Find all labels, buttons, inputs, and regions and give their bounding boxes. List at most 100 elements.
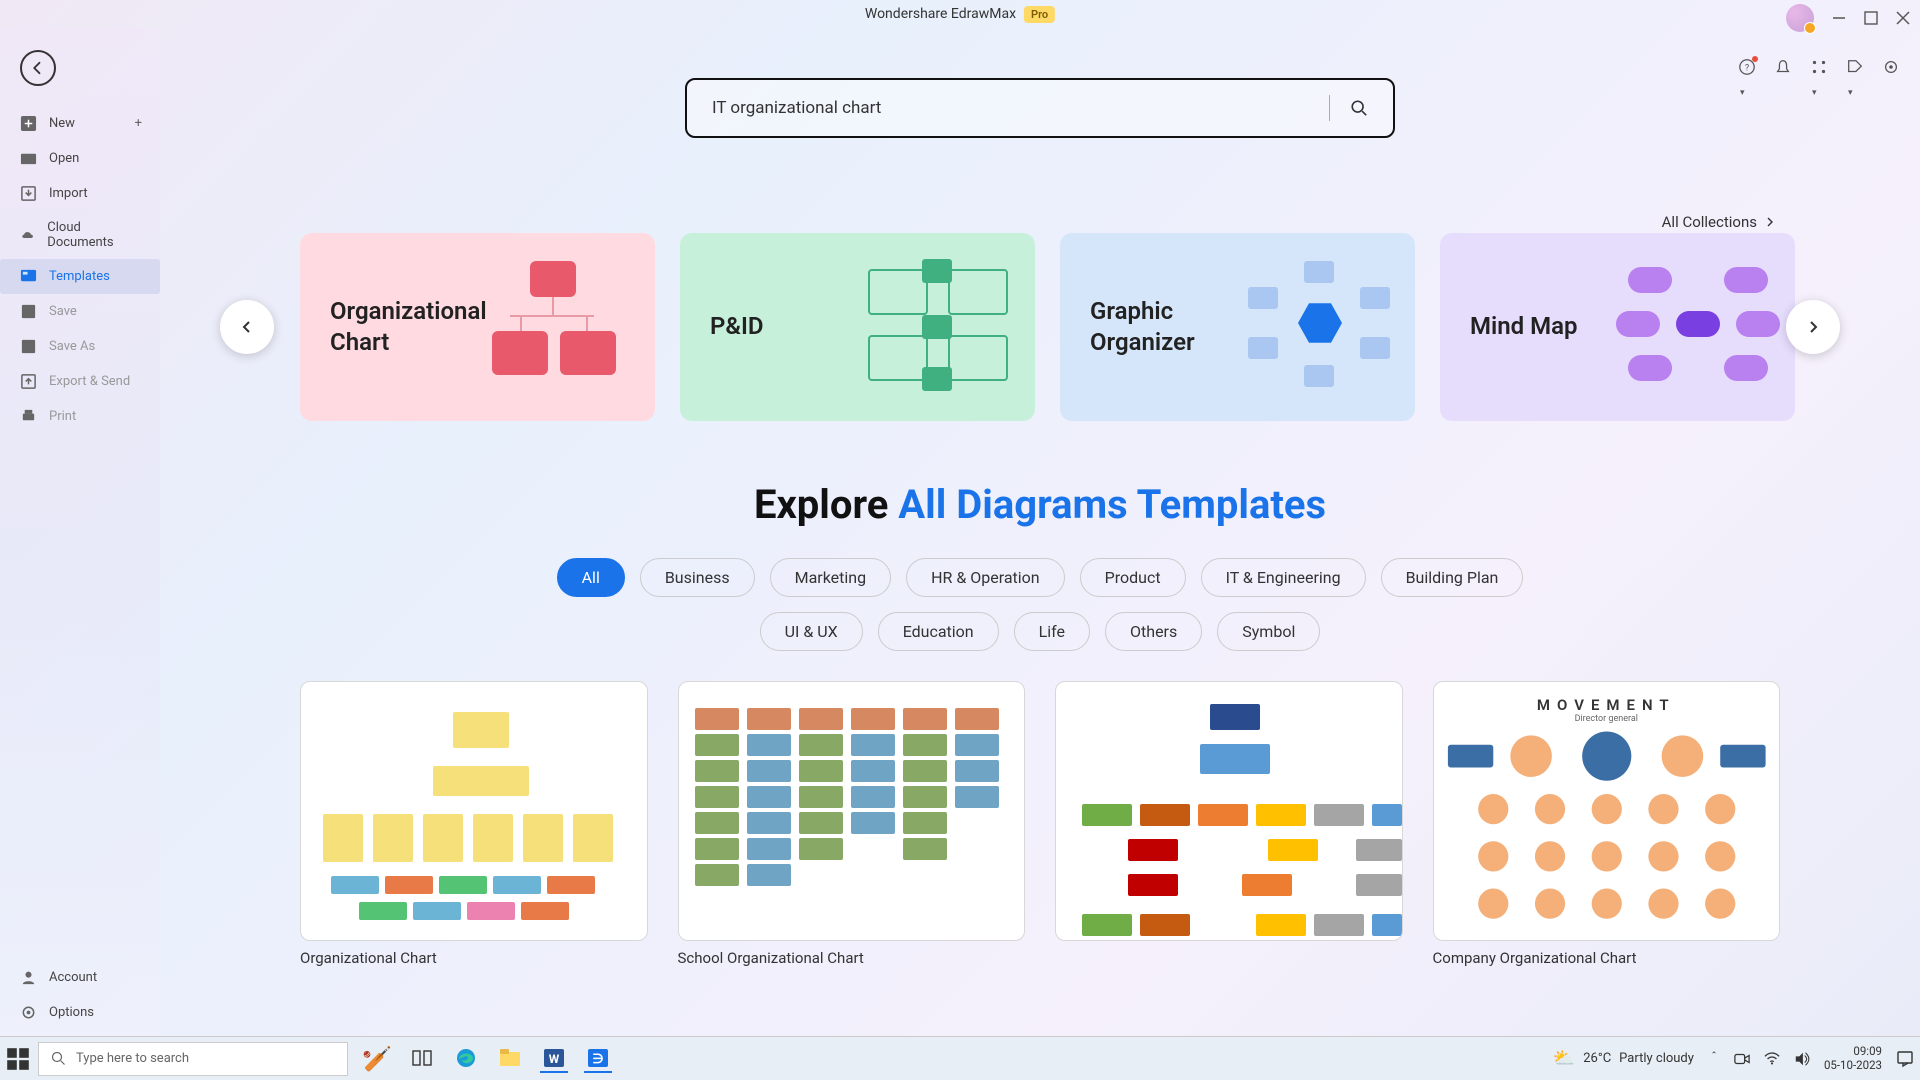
search-input[interactable]	[712, 98, 1309, 118]
svg-text:W: W	[549, 1052, 560, 1066]
sidebar-item-label: Export & Send	[49, 374, 130, 389]
category-graphic-organizer[interactable]: Graphic Organizer	[1060, 233, 1415, 421]
sidebar-item-label: Account	[49, 970, 97, 985]
filter-product[interactable]: Product	[1080, 558, 1186, 597]
edrawmax-icon[interactable]: ∋	[584, 1045, 612, 1073]
search-bar[interactable]	[685, 78, 1395, 138]
sidebar-item-label: Save	[49, 304, 77, 319]
cloud-icon	[20, 227, 35, 244]
sidebar-item-saveas: Save As	[0, 329, 160, 364]
template-thumbnail: MOVEMENT Director general	[1433, 681, 1781, 941]
sidebar-item-cloud[interactable]: Cloud Documents	[0, 211, 160, 259]
filter-life[interactable]: Life	[1014, 612, 1090, 651]
template-title: School Organizational Chart	[678, 949, 1026, 967]
category-pid[interactable]: P&ID	[680, 233, 1035, 421]
taskbar-search[interactable]: Type here to search	[38, 1042, 348, 1076]
start-button[interactable]	[6, 1047, 30, 1071]
weather-temp: 26°C	[1583, 1051, 1611, 1066]
close-icon[interactable]	[1896, 11, 1910, 25]
mindmap-icon	[1620, 257, 1775, 397]
tray-chevron-icon[interactable]: ＾	[1708, 1050, 1720, 1067]
taskbar-weather[interactable]: ⛅ 26°C Partly cloudy	[1553, 1048, 1694, 1069]
explore-heading: Explore All Diagrams Templates	[160, 481, 1920, 528]
filter-others[interactable]: Others	[1105, 612, 1202, 651]
explore-pre: Explore	[754, 481, 898, 528]
sidebar-item-templates[interactable]: Templates	[0, 259, 160, 294]
chevron-right-icon	[1765, 217, 1775, 227]
filter-business[interactable]: Business	[640, 558, 755, 597]
meet-now-icon[interactable]	[1734, 1051, 1750, 1067]
template-card[interactable]: School Organizational Chart	[678, 681, 1026, 967]
filter-uiux[interactable]: UI & UX	[760, 612, 863, 651]
notifications-icon[interactable]	[1896, 1050, 1914, 1068]
sidebar-item-label: Import	[49, 186, 88, 201]
sidebar-item-label: Options	[49, 1005, 94, 1020]
filter-symbol[interactable]: Symbol	[1217, 612, 1320, 651]
template-card[interactable]: MOVEMENT Director general Company Organi…	[1433, 681, 1781, 967]
weather-icon: ⛅	[1553, 1048, 1575, 1069]
taskbar-app-icon[interactable]: 🏏	[362, 1045, 392, 1073]
word-icon[interactable]: W	[540, 1045, 568, 1073]
filter-row-2: UI & UX Education Life Others Symbol	[160, 612, 1920, 651]
search-icon[interactable]	[1350, 99, 1368, 117]
template-thumbnail	[1055, 681, 1403, 941]
carousel-prev[interactable]	[220, 300, 274, 354]
sidebar-item-label: Save As	[49, 339, 95, 354]
main-area: All Collections Organizational Chart P&I…	[160, 28, 1920, 1080]
category-label: Mind Map	[1470, 311, 1578, 342]
account-icon	[20, 969, 37, 986]
save-icon	[20, 303, 37, 320]
explore-highlight: All Diagrams Templates	[898, 481, 1326, 528]
explorer-icon[interactable]	[496, 1045, 524, 1073]
sidebar-item-label: Open	[49, 151, 79, 166]
category-org-chart[interactable]: Organizational Chart	[300, 233, 655, 421]
templates-icon	[20, 268, 37, 285]
filter-hr[interactable]: HR & Operation	[906, 558, 1065, 597]
wifi-icon[interactable]	[1764, 1052, 1780, 1066]
carousel-next[interactable]	[1786, 300, 1840, 354]
app-title: Wondershare EdrawMax Pro	[865, 6, 1055, 23]
volume-icon[interactable]	[1794, 1051, 1810, 1067]
category-label: P&ID	[710, 311, 764, 342]
sidebar-item-new[interactable]: New +	[0, 106, 160, 141]
template-movement-title: MOVEMENT	[1446, 696, 1768, 714]
sidebar-item-label: Cloud Documents	[47, 220, 140, 250]
pro-badge: Pro	[1024, 6, 1055, 23]
sidebar: New + Open Import Cloud Documents Templa…	[0, 28, 160, 1080]
filter-marketing[interactable]: Marketing	[770, 558, 891, 597]
plus-icon[interactable]: +	[135, 116, 142, 131]
taskbar-date: 05-10-2023	[1824, 1059, 1882, 1073]
sidebar-item-options[interactable]: Options	[0, 995, 160, 1030]
maximize-icon[interactable]	[1864, 11, 1878, 25]
filter-row-1: All Business Marketing HR & Operation Pr…	[160, 558, 1920, 597]
category-mindmap[interactable]: Mind Map	[1440, 233, 1795, 421]
filter-it[interactable]: IT & Engineering	[1201, 558, 1366, 597]
sidebar-item-print: Print	[0, 399, 160, 434]
sidebar-item-import[interactable]: Import	[0, 176, 160, 211]
import-icon	[20, 185, 37, 202]
print-icon	[20, 408, 37, 425]
sidebar-item-open[interactable]: Open	[0, 141, 160, 176]
filter-all[interactable]: All	[557, 558, 625, 597]
filter-education[interactable]: Education	[878, 612, 999, 651]
taskbar-datetime[interactable]: 09:09 05-10-2023	[1824, 1045, 1882, 1073]
weather-desc: Partly cloudy	[1619, 1051, 1694, 1066]
minimize-icon[interactable]	[1832, 11, 1846, 25]
taskbar: Type here to search 🏏 W ∋ ⛅ 26°C Partly …	[0, 1036, 1920, 1080]
sidebar-item-label: Templates	[49, 269, 110, 284]
template-card[interactable]: Organizational Chart	[300, 681, 648, 967]
svg-text:∋: ∋	[592, 1052, 603, 1067]
back-button[interactable]	[20, 50, 56, 86]
sidebar-item-account[interactable]: Account	[0, 960, 160, 995]
pid-icon	[860, 257, 1015, 397]
edge-icon[interactable]	[452, 1045, 480, 1073]
filter-building[interactable]: Building Plan	[1381, 558, 1524, 597]
gear-icon	[20, 1004, 37, 1021]
task-view-icon[interactable]	[408, 1045, 436, 1073]
search-icon	[51, 1051, 66, 1066]
category-label: Graphic Organizer	[1090, 296, 1250, 358]
template-movement-sub: Director general	[1446, 714, 1768, 724]
all-collections-link[interactable]: All Collections	[1662, 213, 1775, 231]
template-card[interactable]	[1055, 681, 1403, 967]
saveas-icon	[20, 338, 37, 355]
